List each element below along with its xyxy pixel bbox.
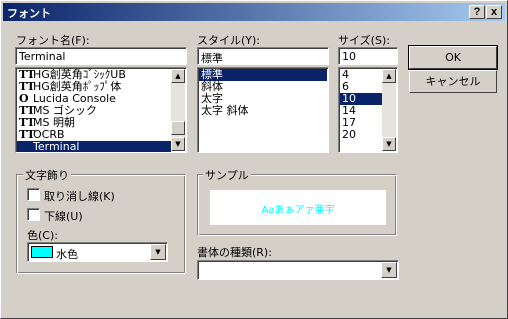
scroll-down-icon[interactable]: ▼ <box>382 137 396 151</box>
truetype-font-icon: TT <box>19 128 35 141</box>
font-list-item[interactable]: Terminal <box>17 140 171 153</box>
color-label: 色(C): <box>27 229 58 242</box>
size-list-item[interactable]: 20 <box>340 129 382 141</box>
strikeout-label[interactable]: 取り消し線(K) <box>44 188 115 204</box>
chevron-down-icon[interactable]: ▼ <box>381 262 397 278</box>
style-label: スタイル(Y): <box>197 34 261 47</box>
style-items: 標準 斜体 太字 太字 斜体 <box>199 69 327 117</box>
raster-font-icon <box>19 141 33 152</box>
style-list-item[interactable]: 太字 斜体 <box>199 105 327 117</box>
effects-legend: 文字飾り <box>23 167 71 183</box>
scroll-up-icon[interactable]: ▲ <box>171 69 185 83</box>
script-combobox[interactable]: ▼ <box>197 260 399 280</box>
size-label: サイズ(S): <box>338 34 390 47</box>
style-input[interactable]: 標準 <box>197 47 329 65</box>
script-label: 書体の種類(R): <box>197 246 272 259</box>
font-dialog: フォント ? x フォント名(F): Terminal TTHG創英角ｺﾞｼｯｸ… <box>0 0 508 319</box>
sample-legend: サンプル <box>203 167 251 183</box>
font-list-item-label: Terminal <box>33 140 80 153</box>
close-button[interactable]: x <box>486 5 502 19</box>
size-list[interactable]: 4 6 10 14 17 20 ▲ ▼ <box>338 67 398 153</box>
underline-label[interactable]: 下線(U) <box>44 208 83 224</box>
scroll-thumb[interactable] <box>171 121 185 135</box>
color-swatch <box>31 246 53 258</box>
size-list-scrollbar[interactable]: ▲ ▼ <box>382 69 396 151</box>
strikeout-checkbox[interactable] <box>27 188 40 201</box>
sample-preview: Aaあぁアァ亜宇 <box>210 190 386 225</box>
scroll-up-icon[interactable]: ▲ <box>382 69 396 83</box>
sample-text: Aaあぁアァ亜宇 <box>261 205 335 216</box>
help-button[interactable]: ? <box>469 5 485 19</box>
chevron-down-icon[interactable]: ▼ <box>150 244 166 260</box>
font-name-items: TTHG創英角ｺﾞｼｯｸUB TTHG創英角ﾎﾟｯﾌﾟ体 O Lucida Conso… <box>17 69 171 153</box>
underline-checkbox[interactable] <box>27 208 40 221</box>
font-list-scrollbar[interactable]: ▲ ▼ <box>171 69 185 151</box>
scroll-down-icon[interactable]: ▼ <box>171 137 185 151</box>
color-value: 水色 <box>56 248 78 261</box>
cancel-button[interactable]: キャンセル <box>409 70 497 93</box>
font-name-label: フォント名(F): <box>16 34 90 47</box>
window-title: フォント <box>7 7 51 20</box>
title-bar[interactable]: フォント ? x <box>3 3 505 21</box>
color-combobox[interactable]: 水色 ▼ <box>27 242 168 262</box>
size-input[interactable]: 10 <box>338 47 398 65</box>
ok-button[interactable]: OK <box>408 45 498 70</box>
style-list[interactable]: 標準 斜体 太字 太字 斜体 <box>197 67 329 153</box>
size-items: 4 6 10 14 17 20 <box>340 69 382 141</box>
font-name-list[interactable]: TTHG創英角ｺﾞｼｯｸUB TTHG創英角ﾎﾟｯﾌﾟ体 O Lucida Conso… <box>15 67 187 153</box>
font-name-input[interactable]: Terminal <box>15 47 187 65</box>
